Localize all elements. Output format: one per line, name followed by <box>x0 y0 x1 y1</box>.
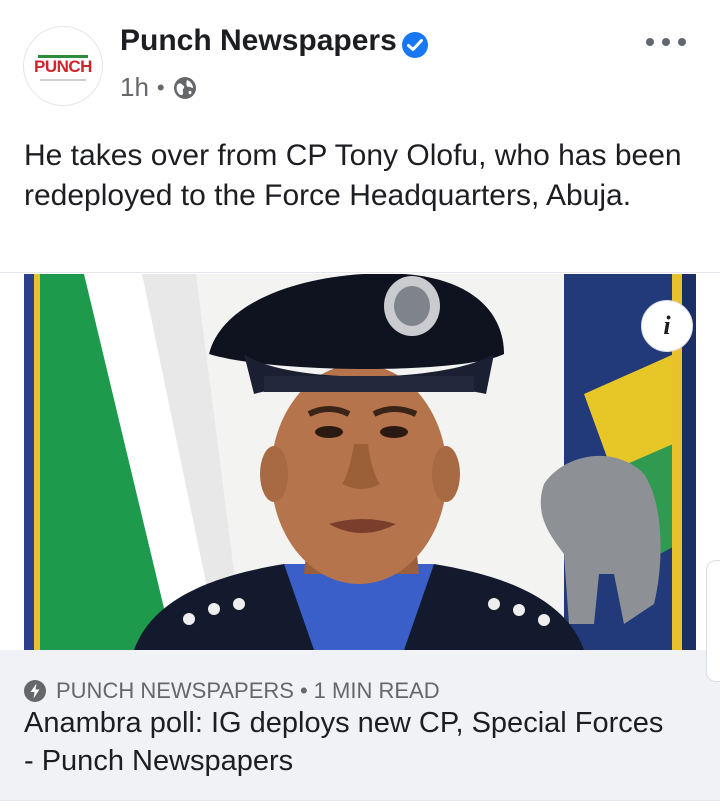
link-title[interactable]: Anambra poll: IG deploys new CP, Special… <box>24 704 664 780</box>
more-options-icon[interactable] <box>646 30 686 54</box>
more-dot <box>662 38 670 46</box>
link-source: PUNCH NEWSPAPERS <box>56 678 294 703</box>
globe-icon <box>173 76 196 99</box>
link-image[interactable] <box>24 274 696 650</box>
post-header: PUNCH Punch Newspapers 1h • <box>0 0 720 120</box>
avatar-logo-text: PUNCH <box>34 57 92 76</box>
info-icon[interactable]: i <box>641 300 693 352</box>
divider <box>0 272 720 273</box>
lightning-bolt-icon <box>24 680 46 702</box>
logo-tagline <box>40 79 86 81</box>
next-card-edge[interactable] <box>706 560 720 682</box>
portrait-illustration <box>24 274 696 650</box>
page-name[interactable]: Punch Newspapers <box>120 24 397 58</box>
link-read-time: 1 MIN READ <box>313 678 440 703</box>
more-dot <box>678 38 686 46</box>
link-meta: PUNCH NEWSPAPERS • 1 MIN READ <box>24 678 440 704</box>
verified-badge-icon <box>402 32 428 58</box>
post-meta: 1h • <box>120 72 197 103</box>
link-meta-separator: • <box>299 678 308 703</box>
more-dot <box>646 38 654 46</box>
post-time[interactable]: 1h <box>120 72 149 103</box>
post-caption: He takes over from CP Tony Olofu, who ha… <box>24 139 682 212</box>
page-avatar[interactable]: PUNCH <box>23 26 103 106</box>
meta-separator: • <box>156 74 165 100</box>
